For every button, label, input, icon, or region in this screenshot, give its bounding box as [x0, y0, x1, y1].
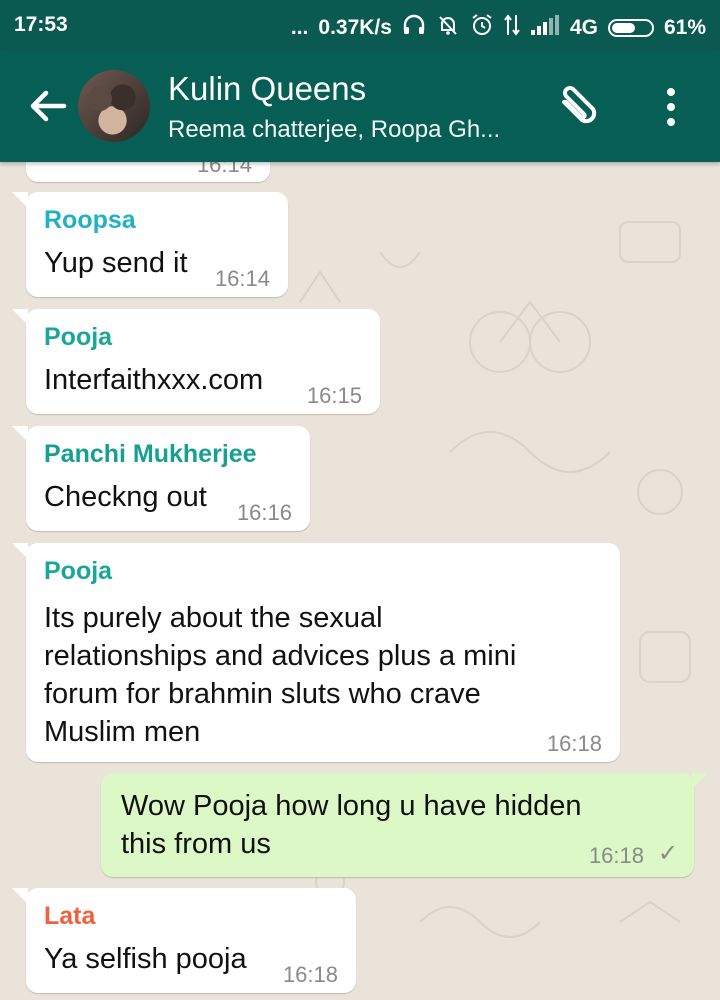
message-text-line: forum for brahmin sluts who crave: [44, 678, 481, 710]
alarm-icon: [470, 13, 494, 42]
paperclip-icon[interactable]: [548, 80, 604, 136]
message-sender[interactable]: Pooja: [44, 557, 112, 586]
message-text-line: Muslim men: [44, 716, 201, 748]
message-sender[interactable]: Pooja: [44, 323, 112, 352]
message-time: 16:15: [306, 383, 362, 408]
network-speed: 0.37K/s: [318, 15, 392, 39]
status-right: ... 0.37K/s 4G 61%: [291, 13, 706, 42]
message-time: 16:18: [282, 962, 338, 987]
message-text: Interfaithxxx.com: [44, 364, 264, 396]
message-text: Checkng out: [44, 481, 207, 513]
chat-header: Kulin Queens Reema chatterjee, Roopa Gh.…: [0, 50, 720, 162]
message-sender[interactable]: Roopsa: [44, 206, 136, 235]
sent-check-icon: ✓: [657, 840, 678, 867]
message-time: 16:18: [588, 843, 644, 868]
status-dots: ...: [290, 15, 309, 39]
message-sender[interactable]: Panchi Mukherjee: [44, 440, 257, 469]
message-bubble-partial[interactable]: 16:14: [26, 162, 270, 182]
message-text-line: relationships and advices plus a mini: [44, 640, 517, 672]
message-time: 16:18: [546, 731, 602, 756]
group-name[interactable]: Kulin Queens: [168, 70, 366, 108]
message-text: Ya selfish pooja: [44, 943, 247, 975]
battery-fill: [611, 22, 635, 33]
more-vert-icon[interactable]: [656, 84, 686, 130]
message-text-line: this from us: [121, 828, 271, 860]
message-bubble[interactable]: Panchi Mukherjee Checkng out 16:16: [12, 426, 310, 531]
message-bubble[interactable]: Pooja Its purely about the sexual relati…: [12, 543, 620, 762]
group-members[interactable]: Reema chatterjee, Roopa Gh...: [168, 116, 500, 144]
mute-bell-icon: [436, 13, 460, 42]
message-bubble[interactable]: Roopsa Yup send it 16:14: [12, 192, 288, 297]
back-arrow-icon[interactable]: [26, 84, 70, 128]
status-bar: 17:53 ... 0.37K/s 4G 61%: [0, 0, 720, 50]
message-text-line: Its purely about the sexual: [44, 602, 383, 634]
message-bubble[interactable]: Pooja Interfaithxxx.com 16:15: [12, 309, 380, 414]
message-time: 16:14: [196, 162, 252, 177]
data-transfer-icon: [504, 13, 520, 42]
network-type: 4G: [569, 15, 598, 39]
message-text-line: Wow Pooja how long u have hidden: [121, 790, 582, 822]
chat-area[interactable]: 16:14 Roopsa Yup send it 16:14 Pooja Int…: [0, 162, 720, 1000]
message-text: Yup send it: [44, 247, 188, 279]
headphones-icon: [402, 14, 426, 41]
battery-percent: 61%: [663, 15, 706, 39]
battery-icon: [607, 18, 654, 37]
signal-icon: [530, 14, 560, 41]
group-avatar[interactable]: [78, 70, 150, 142]
message-time: 16:16: [236, 500, 292, 525]
message-bubble-outgoing[interactable]: Wow Pooja how long u have hidden this fr…: [101, 773, 708, 877]
message-sender[interactable]: Lata: [44, 902, 95, 931]
status-time: 17:53: [14, 13, 68, 36]
message-time: 16:14: [214, 266, 270, 291]
message-bubble[interactable]: Lata Ya selfish pooja 16:18: [12, 888, 356, 993]
